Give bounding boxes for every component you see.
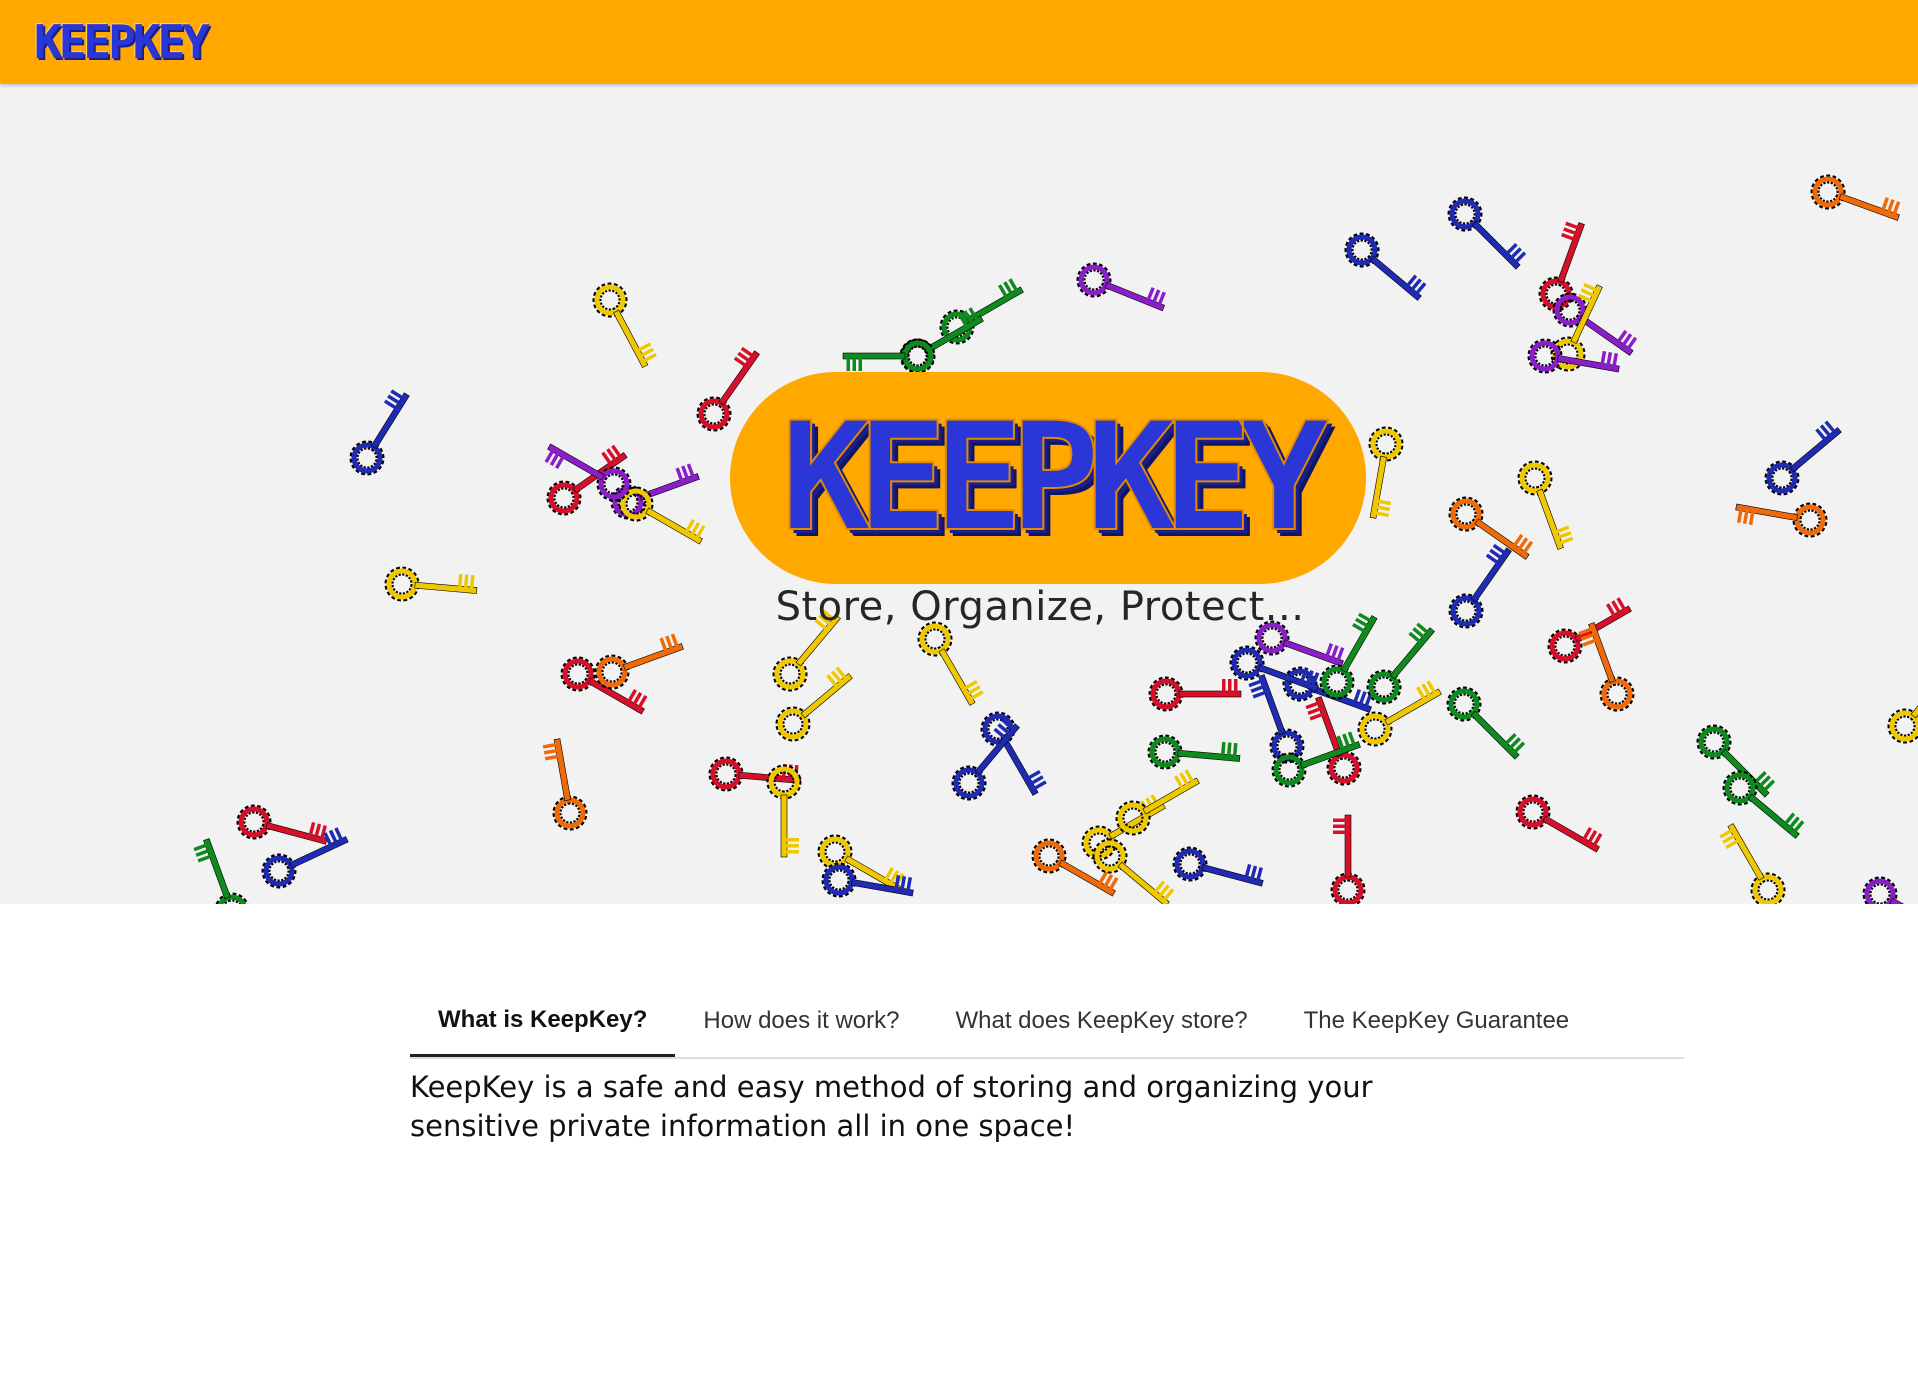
- key-icon: [1447, 196, 1527, 270]
- navbar-logo-text: KEEPKEY: [34, 15, 210, 69]
- key-icon: [594, 633, 684, 690]
- hero-tagline: Store, Organize, Protect...: [775, 584, 1305, 630]
- key-icon: [1368, 426, 1404, 519]
- key-icon: [1810, 174, 1901, 221]
- navbar-logo[interactable]: KEEPKEY: [34, 15, 210, 69]
- key-icon: [1696, 724, 1776, 798]
- hero-logo-pill: KEEPKEY: [730, 372, 1366, 584]
- key-icon: [775, 666, 853, 742]
- key-icon: [618, 486, 706, 545]
- key-icon: [1344, 232, 1427, 301]
- key-icon: [1446, 686, 1526, 760]
- key-icon: [1330, 814, 1366, 904]
- info-tab-bar: What is KeepKey? How does it work? What …: [410, 985, 1684, 1059]
- key-icon: [1147, 734, 1241, 770]
- tab-content-text: KeepKey is a safe and easy method of sto…: [410, 1070, 1373, 1143]
- key-icon: [592, 282, 657, 369]
- key-icon: [1887, 666, 1918, 744]
- key-icon: [193, 838, 250, 904]
- hero-banner: KEEPKEY Store, Organize, Protect...: [0, 84, 1918, 904]
- key-icon: [1764, 420, 1842, 496]
- hero-logo-title: KEEPKEY: [780, 391, 1330, 565]
- key-icon: [349, 389, 410, 476]
- key-icon: [542, 738, 588, 831]
- tab-what-does-keepkey-store[interactable]: What does KeepKey store?: [927, 985, 1275, 1057]
- tab-what-is-keepkey[interactable]: What is KeepKey?: [410, 985, 676, 1057]
- key-icon: [1578, 622, 1635, 712]
- key-icon: [236, 804, 328, 845]
- key-icon: [1515, 794, 1603, 853]
- key-icon: [1076, 262, 1166, 312]
- key-icon: [899, 307, 984, 374]
- key-icon: [1148, 676, 1242, 712]
- tab-keepkey-guarantee[interactable]: The KeepKey Guarantee: [1276, 985, 1598, 1057]
- key-icon: [1172, 846, 1264, 887]
- key-icon: [1092, 838, 1175, 904]
- key-icon: [1366, 622, 1435, 705]
- key-icon: [708, 756, 802, 792]
- key-icon: [1719, 823, 1786, 904]
- key-icon: [842, 338, 936, 374]
- key-icon: [1862, 876, 1918, 904]
- key-icon: [917, 621, 984, 706]
- top-navbar: KEEPKEY: [0, 0, 1918, 84]
- key-icon: [1735, 502, 1828, 538]
- tab-how-does-it-work[interactable]: How does it work?: [675, 985, 927, 1057]
- key-icon: [1248, 674, 1305, 764]
